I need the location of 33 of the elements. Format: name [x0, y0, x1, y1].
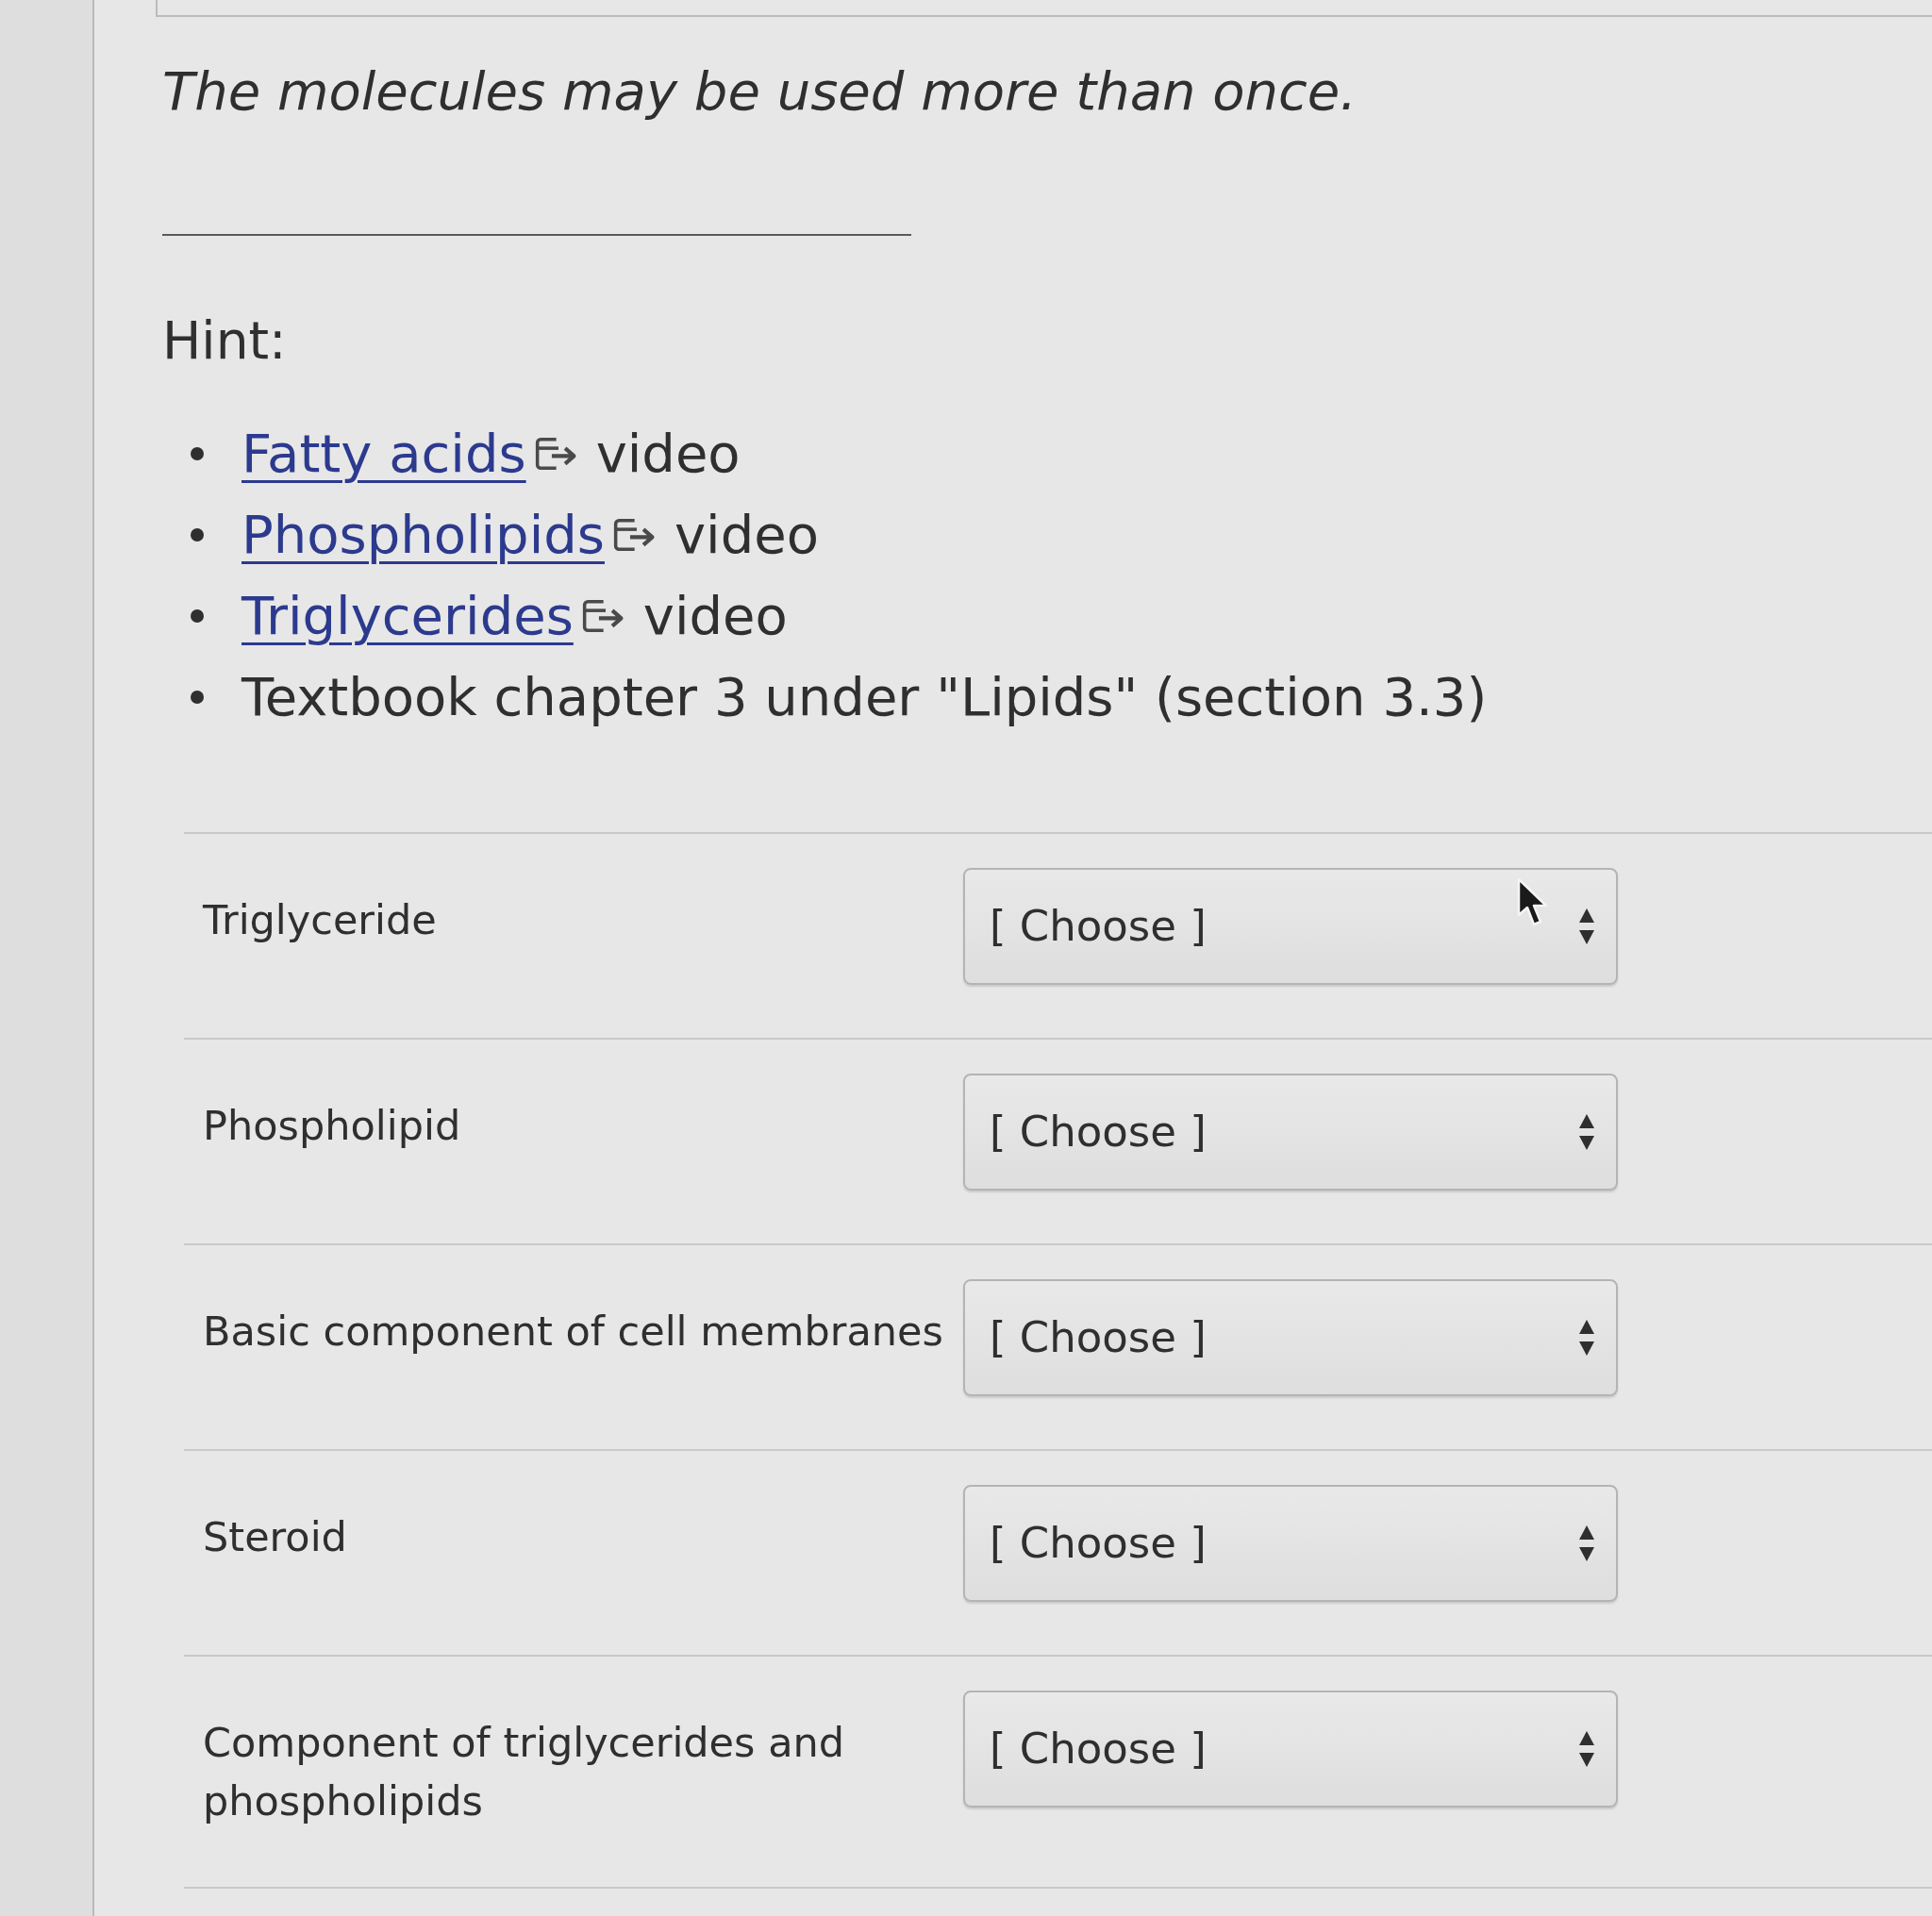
link-suffix: video	[642, 585, 788, 647]
dropdown-value: [ Choose ]	[990, 1311, 1207, 1365]
choose-dropdown[interactable]: [ Choose ]	[963, 1279, 1618, 1396]
choose-dropdown[interactable]: [ Choose ]	[963, 1074, 1618, 1191]
up-down-arrows-icon	[1578, 1113, 1595, 1151]
match-label: Triglyceride	[202, 895, 438, 945]
bullet-icon	[191, 691, 204, 704]
up-down-arrows-icon	[1578, 1524, 1595, 1562]
up-down-arrows-icon	[1578, 908, 1595, 945]
up-down-arrows-icon	[1578, 1319, 1595, 1357]
bullet-icon	[191, 528, 204, 541]
up-down-arrows-icon	[1578, 1730, 1595, 1768]
choose-dropdown[interactable]: [ Choose ]	[963, 868, 1618, 985]
dropdown-value: [ Choose ]	[990, 1723, 1207, 1776]
hint-link[interactable]: Phospholipids	[242, 504, 605, 566]
hint-label: Hint:	[162, 309, 288, 372]
dropdown-value: [ Choose ]	[990, 1106, 1207, 1159]
bullet-icon	[191, 609, 204, 623]
bullet-icon	[191, 447, 204, 460]
dropdown-value: [ Choose ]	[990, 1517, 1207, 1571]
dropdown-value: [ Choose ]	[990, 900, 1207, 954]
instructions-text: The molecules may be used more than once.	[162, 60, 1358, 123]
match-label: Component of triglycerides and phospholipids	[202, 1718, 846, 1826]
match-label: Basic component of cell membranes	[202, 1307, 944, 1357]
link-suffix: video	[674, 504, 819, 566]
hint-text: Textbook chapter 3 under "Lipids" (section 3.3)	[242, 666, 1488, 728]
hint-link[interactable]: Fatty acids	[242, 423, 526, 485]
choose-dropdown[interactable]: [ Choose ]	[963, 1691, 1618, 1808]
match-label: Steroid	[202, 1512, 348, 1562]
hint-link[interactable]: Triglycerides	[242, 585, 574, 647]
link-suffix: video	[595, 423, 741, 485]
choose-dropdown[interactable]: [ Choose ]	[963, 1485, 1618, 1602]
match-label: Phospholipid	[202, 1101, 462, 1151]
